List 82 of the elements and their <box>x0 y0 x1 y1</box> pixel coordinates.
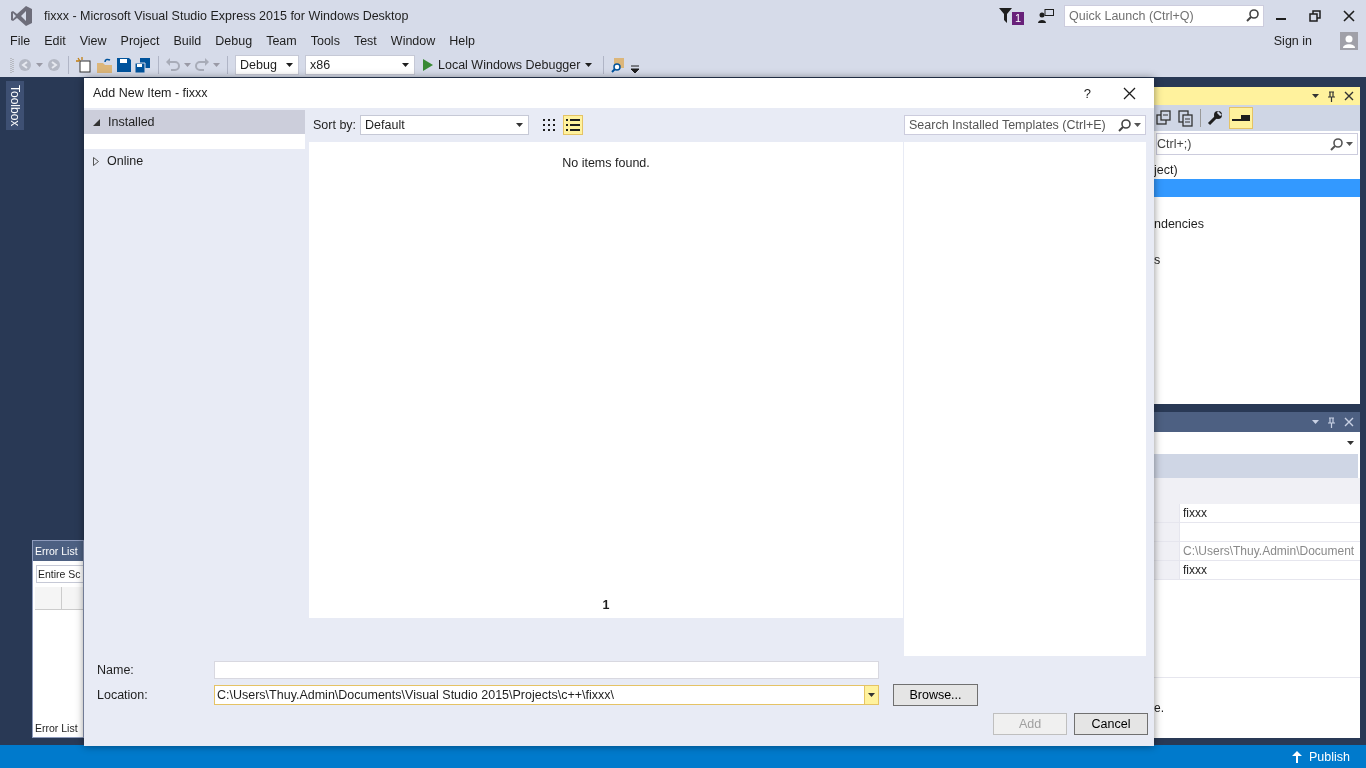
panel-title: Error List <box>33 541 83 561</box>
dialog-title: Add New Item - fixxx <box>93 86 209 100</box>
menu-item[interactable]: Debug <box>208 32 260 50</box>
caret-icon <box>402 63 409 67</box>
location-field[interactable]: C:\Users\Thuy.Admin\Documents\Visual Studio 2015\Projects\c++\fixxx\ <box>214 685 879 705</box>
collapsed-triangle-icon[interactable] <box>93 156 99 166</box>
new-project-icon[interactable] <box>76 57 92 73</box>
caret-icon <box>585 63 593 67</box>
grip-icon <box>10 57 14 73</box>
property-value[interactable]: fixxx <box>1180 561 1360 579</box>
start-debugging-button[interactable]: Local Windows Debugger <box>419 58 597 72</box>
copy-icon[interactable] <box>1178 109 1194 127</box>
panel-menu-icon[interactable] <box>1312 94 1319 98</box>
menu-item[interactable]: Help <box>442 32 482 50</box>
close-icon[interactable] <box>1343 9 1355 22</box>
toolbar-overflow-icon[interactable] <box>631 65 640 73</box>
filter-icon[interactable] <box>998 8 1012 23</box>
sign-in-link[interactable]: Sign in <box>1269 32 1316 50</box>
pin-icon[interactable] <box>1327 90 1336 102</box>
open-folder-icon[interactable] <box>96 57 113 73</box>
quick-launch-field[interactable]: Quick Launch (Ctrl+Q) <box>1064 4 1264 27</box>
search-icon[interactable] <box>1118 118 1131 132</box>
expanded-triangle-icon[interactable] <box>93 118 100 126</box>
location-label: Location: <box>97 688 149 702</box>
menu-item[interactable]: Build <box>166 32 209 50</box>
search-field[interactable]: Search Installed Templates (Ctrl+E) <box>904 115 1146 135</box>
search-options-icon[interactable] <box>1134 123 1141 127</box>
close-icon[interactable] <box>1344 91 1354 101</box>
tree-row[interactable]: s <box>1154 251 1360 269</box>
publish-button[interactable]: Publish <box>1292 749 1350 764</box>
collapse-all-icon[interactable] <box>1156 110 1172 126</box>
feedback-icon[interactable] <box>1038 8 1054 23</box>
browse-button[interactable]: Browse... <box>893 684 978 706</box>
name-field[interactable] <box>214 661 879 679</box>
scope-dropdown[interactable]: Entire Sc <box>36 565 83 583</box>
window-title: fixxx - Microsoft Visual Studio Express 2015 for Windows Desktop <box>44 8 409 23</box>
tree-row[interactable]: ject) <box>1154 161 1360 179</box>
close-icon[interactable] <box>1123 86 1136 100</box>
tree-row[interactable]: ndencies <box>1154 215 1360 233</box>
sort-dropdown[interactable]: Default <box>360 115 530 135</box>
platform-dropdown[interactable]: x86 <box>305 55 415 75</box>
search-options-icon[interactable] <box>1346 142 1353 146</box>
menu-item[interactable]: Tools <box>303 32 347 50</box>
menu-item[interactable]: Team <box>259 32 304 50</box>
search-icon[interactable] <box>1330 137 1343 151</box>
dialog-button[interactable]: Cancel <box>1074 713 1148 735</box>
caret-icon <box>1347 441 1354 445</box>
menu-item[interactable]: Edit <box>37 32 73 50</box>
notification-badge[interactable]: 1 <box>1011 12 1024 25</box>
sort-label: Sort by: <box>313 118 357 132</box>
menu-item[interactable]: Test <box>346 32 384 50</box>
category-item[interactable]: Online <box>84 149 305 173</box>
save-icon[interactable] <box>117 58 131 72</box>
menu-item[interactable]: File <box>3 32 38 50</box>
panel-tab[interactable]: Error List <box>33 720 83 737</box>
play-icon <box>423 59 433 71</box>
category-item[interactable]: Installed <box>84 110 305 134</box>
visual-studio-logo-icon <box>10 4 33 27</box>
empty-message: No items found. <box>562 156 650 170</box>
menu-item[interactable]: View <box>72 32 114 50</box>
avatar-icon[interactable] <box>1340 32 1358 50</box>
name-label: Name: <box>97 663 135 677</box>
grid-view-icon <box>543 119 556 131</box>
list-view-button[interactable] <box>563 115 584 135</box>
menu-item[interactable]: Window <box>383 32 443 50</box>
search-icon[interactable] <box>1246 9 1259 22</box>
wrench-icon[interactable] <box>1207 110 1223 126</box>
help-button[interactable]: ? <box>1083 85 1091 101</box>
caret-icon <box>516 123 524 127</box>
list-view-icon <box>566 119 581 131</box>
restore-icon[interactable] <box>1309 9 1321 22</box>
toolbox-tab[interactable]: Toolbox <box>6 81 24 131</box>
save-all-icon[interactable] <box>135 57 151 73</box>
menu-item[interactable]: Project <box>113 32 167 50</box>
dropdown-caret-icon[interactable] <box>868 693 875 697</box>
up-arrow-icon <box>1292 750 1302 763</box>
search-field[interactable]: Ctrl+;) <box>1156 133 1358 155</box>
caret-icon <box>286 63 293 67</box>
description-text: e. <box>1154 701 1164 715</box>
configuration-dropdown[interactable]: Debug <box>235 55 299 75</box>
property-value[interactable]: fixxx <box>1180 504 1360 522</box>
page-number[interactable]: 1 <box>602 598 610 612</box>
